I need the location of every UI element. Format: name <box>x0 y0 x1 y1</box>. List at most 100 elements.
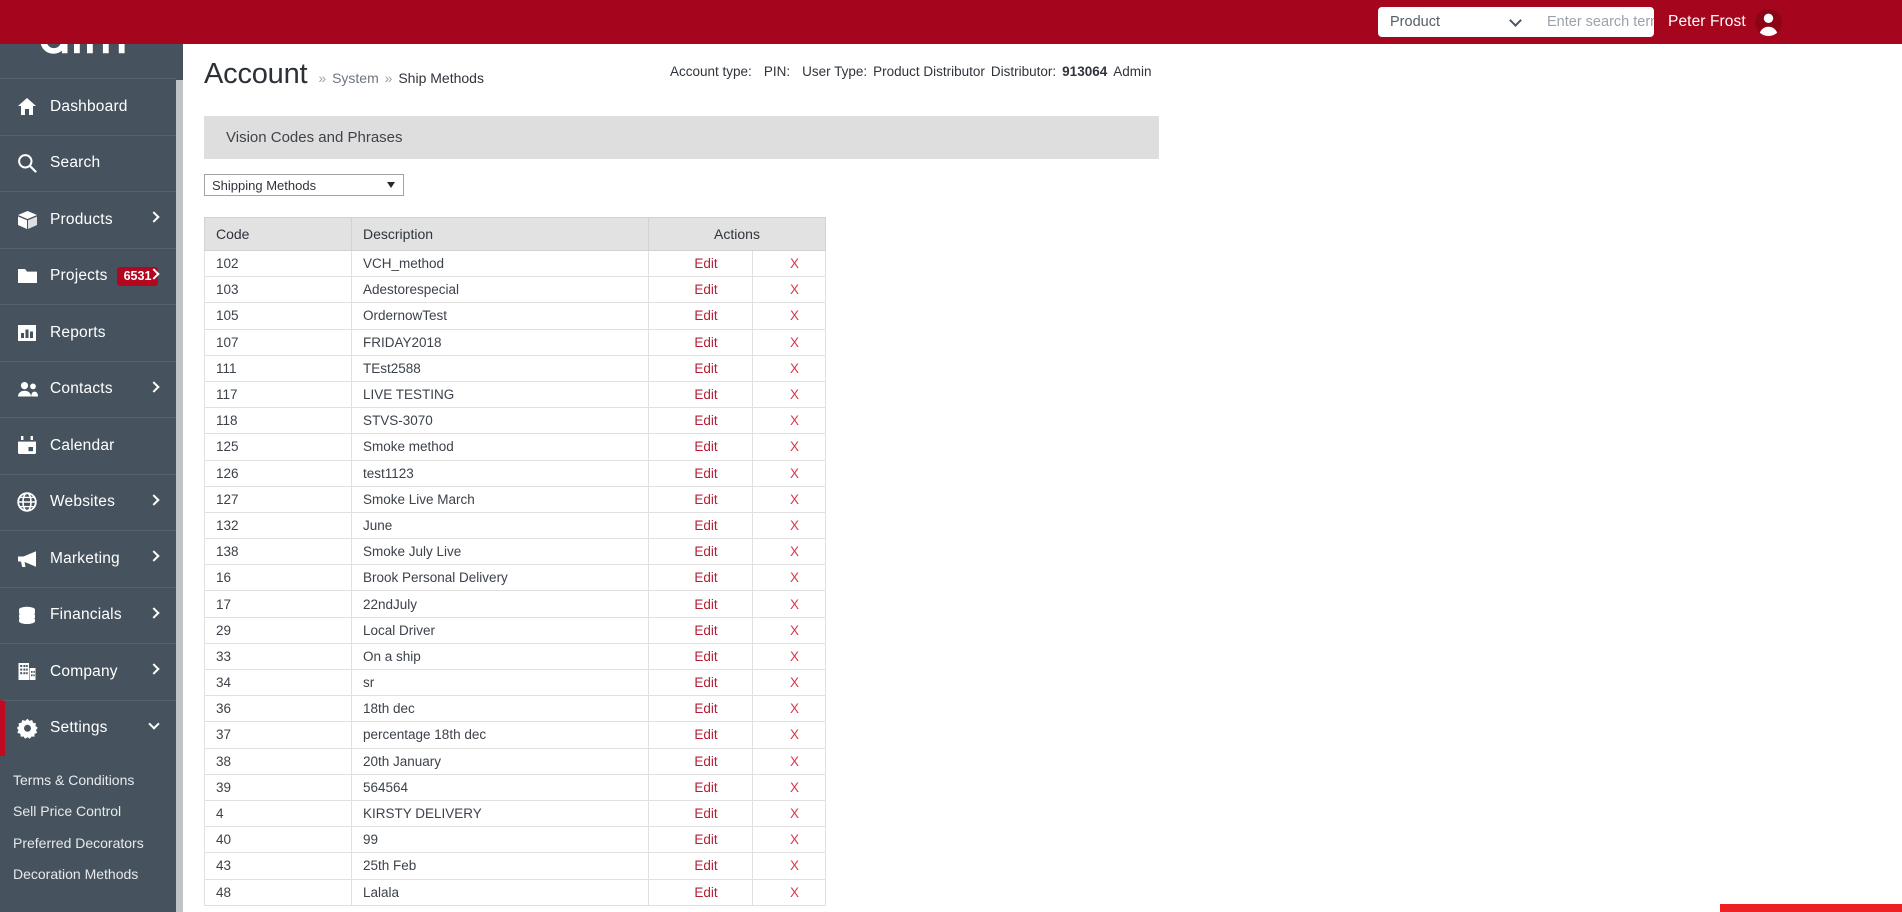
delete-link[interactable]: X <box>790 361 799 376</box>
cell-code: 29 <box>204 616 352 644</box>
sidebar-subitem-preferred-decorators[interactable]: Preferred Decorators <box>0 827 176 859</box>
sidebar-subitem-decoration-methods[interactable]: Decoration Methods <box>0 859 176 891</box>
edit-link[interactable]: Edit <box>694 649 717 664</box>
sidebar-scrollbar[interactable] <box>176 80 183 912</box>
edit-link[interactable]: Edit <box>694 858 717 873</box>
delete-link[interactable]: X <box>790 282 799 297</box>
breadcrumb-item-system[interactable]: System <box>332 70 379 86</box>
cell-edit: Edit <box>648 878 753 906</box>
sidebar-item-company[interactable]: Company <box>0 643 176 700</box>
sidebar-item-projects[interactable]: Projects 6531 <box>0 247 176 305</box>
edit-link[interactable]: Edit <box>694 361 717 376</box>
delete-link[interactable]: X <box>790 387 799 402</box>
delete-link[interactable]: X <box>790 701 799 716</box>
delete-link[interactable]: X <box>790 466 799 481</box>
cell-edit: Edit <box>648 590 753 618</box>
sidebar-subitem-sell-price-control[interactable]: Sell Price Control <box>0 796 176 828</box>
sidebar-item-reports[interactable]: Reports <box>0 304 176 361</box>
cell-code: 111 <box>204 354 352 382</box>
sidebar-item-label: Reports <box>50 323 106 341</box>
search-input[interactable] <box>1536 7 1654 37</box>
bottom-action-bar[interactable] <box>1720 904 1902 912</box>
delete-link[interactable]: X <box>790 413 799 428</box>
edit-link[interactable]: Edit <box>694 832 717 847</box>
delete-link[interactable]: X <box>790 727 799 742</box>
cell-description: test1123 <box>351 459 649 487</box>
edit-link[interactable]: Edit <box>694 256 717 271</box>
delete-link[interactable]: X <box>790 335 799 350</box>
box-icon <box>17 208 43 232</box>
user-menu[interactable]: Peter Frost <box>1668 0 1782 44</box>
edit-link[interactable]: Edit <box>694 466 717 481</box>
edit-link[interactable]: Edit <box>694 570 717 585</box>
sidebar-item-search[interactable]: Search <box>0 134 176 192</box>
delete-link[interactable]: X <box>790 597 799 612</box>
delete-link[interactable]: X <box>790 308 799 323</box>
delete-link[interactable]: X <box>790 806 799 821</box>
delete-link[interactable]: X <box>790 570 799 585</box>
edit-link[interactable]: Edit <box>694 387 717 402</box>
delete-link[interactable]: X <box>790 832 799 847</box>
sidebar-item-websites[interactable]: Websites <box>0 473 176 531</box>
cell-description: STVS-3070 <box>351 407 649 435</box>
edit-link[interactable]: Edit <box>694 518 717 533</box>
edit-link[interactable]: Edit <box>694 597 717 612</box>
edit-link[interactable]: Edit <box>694 413 717 428</box>
table-row: 16 Brook Personal Delivery Edit X <box>204 564 827 592</box>
cell-delete: X <box>751 878 827 906</box>
delete-link[interactable]: X <box>790 439 799 454</box>
delete-link[interactable]: X <box>790 492 799 507</box>
admin-label: Admin <box>1113 64 1152 79</box>
edit-link[interactable]: Edit <box>694 544 717 559</box>
edit-link[interactable]: Edit <box>694 439 717 454</box>
sidebar-item-label: Projects <box>50 267 108 285</box>
edit-link[interactable]: Edit <box>694 623 717 638</box>
code-type-select[interactable]: Shipping Methods <box>204 174 404 196</box>
breadcrumb-item-ship-methods[interactable]: Ship Methods <box>398 70 484 86</box>
delete-link[interactable]: X <box>790 885 799 900</box>
delete-link[interactable]: X <box>790 754 799 769</box>
delete-link[interactable]: X <box>790 780 799 795</box>
delete-link[interactable]: X <box>790 623 799 638</box>
cell-delete: X <box>751 433 827 461</box>
sidebar-item-contacts[interactable]: Contacts <box>0 360 176 418</box>
delete-link[interactable]: X <box>790 858 799 873</box>
cell-edit: Edit <box>648 747 753 775</box>
sidebar-item-financials[interactable]: Financials <box>0 586 176 644</box>
edit-link[interactable]: Edit <box>694 701 717 716</box>
search-category-select[interactable]: Product <box>1378 7 1536 37</box>
cell-description: 18th dec <box>351 695 649 723</box>
sidebar-item-settings[interactable]: Settings <box>0 699 176 756</box>
delete-link[interactable]: X <box>790 518 799 533</box>
sidebar-item-products[interactable]: Products <box>0 191 176 248</box>
edit-link[interactable]: Edit <box>694 282 717 297</box>
delete-link[interactable]: X <box>790 544 799 559</box>
sidebar-item-calendar[interactable]: Calendar <box>0 417 176 474</box>
cell-edit: Edit <box>648 459 753 487</box>
cell-delete: X <box>751 564 827 592</box>
cell-description: Smoke method <box>351 433 649 461</box>
cell-delete: X <box>751 407 827 435</box>
delete-link[interactable]: X <box>790 649 799 664</box>
sidebar-item-marketing[interactable]: Marketing <box>0 530 176 587</box>
cell-edit: Edit <box>648 328 753 356</box>
edit-link[interactable]: Edit <box>694 727 717 742</box>
cell-code: 38 <box>204 747 352 775</box>
edit-link[interactable]: Edit <box>694 780 717 795</box>
edit-link[interactable]: Edit <box>694 806 717 821</box>
chevron-down-icon <box>148 717 160 730</box>
sidebar-item-dashboard[interactable]: Dashboard <box>0 78 176 135</box>
sidebar-subitem-terms-and-conditions[interactable]: Terms & Conditions <box>0 764 176 796</box>
table-row: 103 Adestorespecial Edit X <box>204 276 827 304</box>
delete-link[interactable]: X <box>790 675 799 690</box>
chevron-right-icon <box>148 606 160 619</box>
edit-link[interactable]: Edit <box>694 492 717 507</box>
delete-link[interactable]: X <box>790 256 799 271</box>
cell-delete: X <box>751 799 827 828</box>
cell-delete: X <box>751 459 827 487</box>
edit-link[interactable]: Edit <box>694 335 717 350</box>
edit-link[interactable]: Edit <box>694 308 717 323</box>
edit-link[interactable]: Edit <box>694 754 717 769</box>
edit-link[interactable]: Edit <box>694 885 717 900</box>
edit-link[interactable]: Edit <box>694 675 717 690</box>
